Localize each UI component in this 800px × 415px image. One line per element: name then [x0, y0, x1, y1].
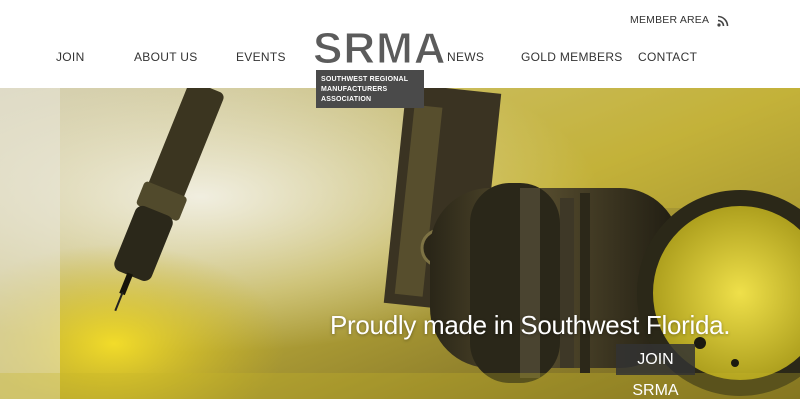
- logo-subtitle-line2: MANUFACTURERS ASSOCIATION: [321, 86, 388, 103]
- join-srma-button[interactable]: JOIN SRMA: [616, 344, 695, 399]
- nav-news[interactable]: NEWS: [447, 50, 484, 64]
- hero-tagline: Proudly made in Southwest Florida.: [330, 310, 731, 340]
- rss-icon[interactable]: [717, 14, 729, 27]
- logo-subtitle-line1: SOUTHWEST REGIONAL: [321, 76, 409, 83]
- nav-events[interactable]: EVENTS: [236, 50, 286, 64]
- nav-contact[interactable]: CONTACT: [638, 50, 697, 64]
- nav-gold-members[interactable]: GOLD MEMBERS: [521, 50, 623, 64]
- footer-strip: [0, 399, 800, 415]
- logo-title: SRMA: [313, 24, 447, 73]
- nav-about-us[interactable]: ABOUT US: [134, 50, 198, 64]
- hero-banner: Proudly made in Southwest Florida. JOIN …: [0, 88, 800, 399]
- nav-join[interactable]: JOIN: [56, 50, 85, 64]
- member-area-link[interactable]: MEMBER AREA: [630, 14, 729, 27]
- srma-logo[interactable]: SRMA SOUTHWEST REGIONAL MANUFACTURERS AS…: [313, 24, 447, 110]
- member-area-label: MEMBER AREA: [630, 14, 710, 26]
- logo-subtitle-box: SOUTHWEST REGIONAL MANUFACTURERS ASSOCIA…: [316, 70, 424, 108]
